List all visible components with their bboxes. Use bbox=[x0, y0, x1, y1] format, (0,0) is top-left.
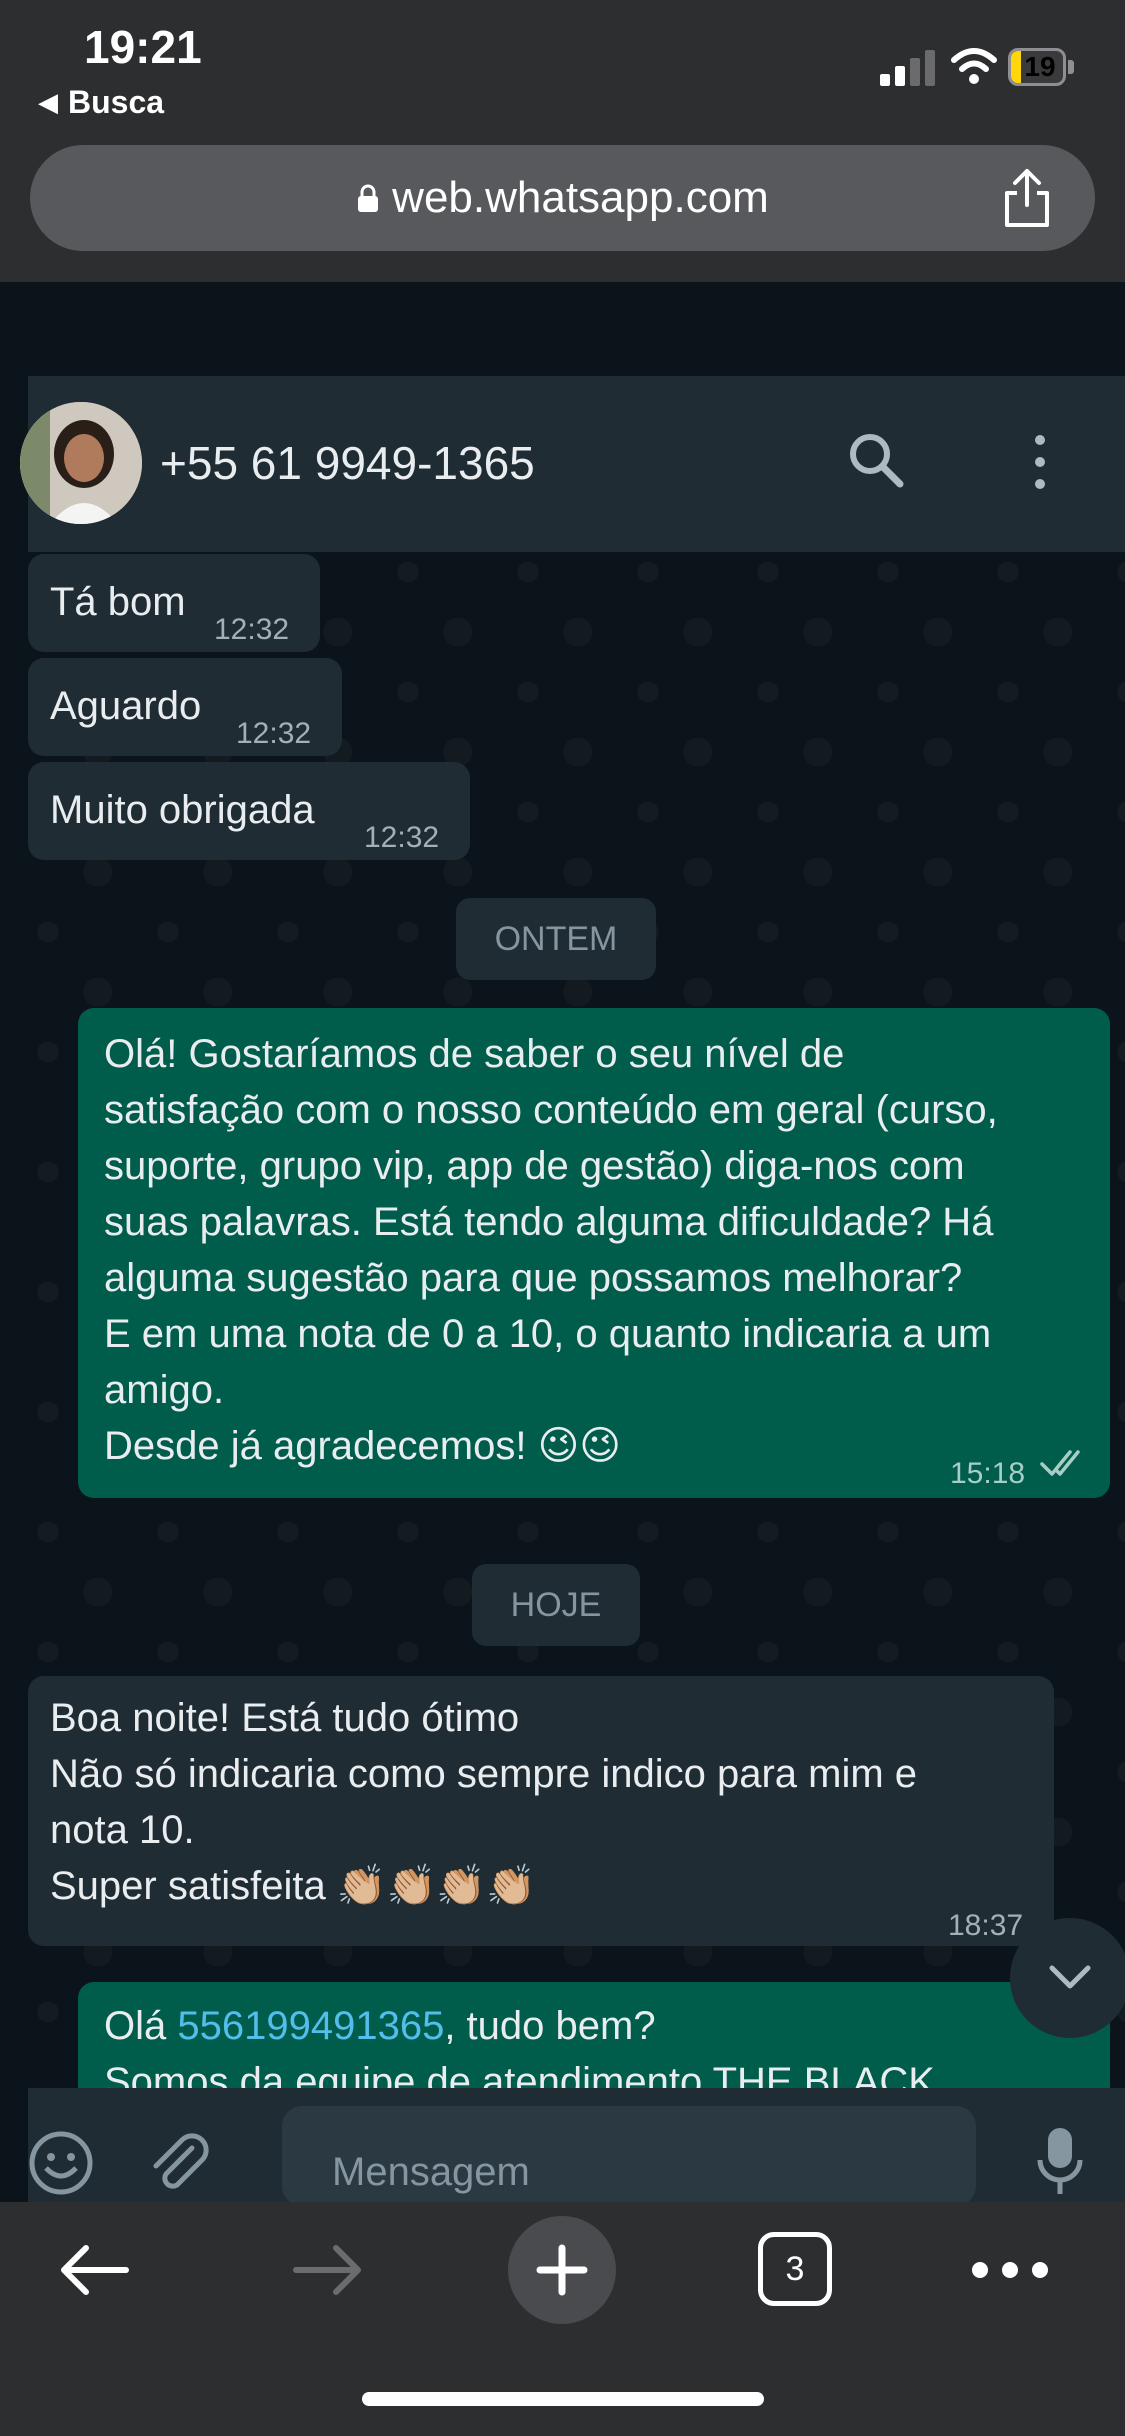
lock-icon bbox=[358, 184, 379, 212]
browser-top-bar: 19:21 ◀ Busca 19 web.whatsapp.com bbox=[0, 0, 1125, 282]
chat-header[interactable]: +55 61 9949-1365 bbox=[20, 376, 1125, 552]
outgoing-message[interactable]: Olá 556199491365, tudo bem? Somos da equ… bbox=[78, 1982, 1110, 2088]
message-text-partial: Somos da equipe de atendimento THE BLACK bbox=[104, 2060, 935, 2088]
whatsapp-web: +55 61 9949-1365 Tá bom 12:32 Aguardo 12… bbox=[0, 282, 1125, 2202]
incoming-message[interactable]: Boa noite! Está tudo ótimo Não só indica… bbox=[28, 1676, 1054, 1946]
status-time: 19:21 bbox=[84, 21, 202, 73]
new-tab-button[interactable] bbox=[508, 2216, 616, 2324]
cellular-signal-icon bbox=[880, 50, 935, 86]
message-text: Muito obrigada bbox=[50, 788, 315, 832]
back-to-app-link[interactable]: ◀ Busca bbox=[38, 84, 164, 121]
microphone-icon[interactable] bbox=[1036, 2126, 1084, 2196]
message-composer: Mensagem bbox=[28, 2088, 1125, 2202]
more-icon[interactable] bbox=[970, 2258, 1050, 2282]
url-text: web.whatsapp.com bbox=[392, 173, 769, 222]
plus-icon bbox=[536, 2244, 588, 2296]
message-time: 12:32 bbox=[236, 717, 312, 750]
message-time: 15:18 bbox=[950, 1457, 1026, 1490]
menu-dots-icon[interactable] bbox=[1028, 430, 1052, 494]
message-list[interactable]: Tá bom 12:32 Aguardo 12:32 Muito obrigad… bbox=[28, 552, 1125, 2088]
incoming-message[interactable]: Aguardo 12:32 bbox=[28, 658, 342, 756]
contact-name: +55 61 9949-1365 bbox=[160, 437, 535, 489]
contact-avatar[interactable] bbox=[20, 402, 142, 524]
message-text: Boa noite! Está tudo ótimo Não só indica… bbox=[50, 1696, 918, 1908]
incoming-message[interactable]: Muito obrigada 12:32 bbox=[28, 762, 470, 860]
message-time: 12:32 bbox=[214, 613, 290, 646]
address-bar[interactable]: web.whatsapp.com bbox=[30, 145, 1095, 251]
incoming-message[interactable]: Tá bom 12:32 bbox=[28, 554, 320, 652]
battery-level: 19 bbox=[1024, 51, 1056, 82]
message-time: 12:32 bbox=[364, 821, 440, 854]
emoji-icon[interactable] bbox=[28, 2130, 94, 2196]
back-app-label: Busca bbox=[68, 84, 165, 120]
wifi-icon bbox=[951, 48, 997, 84]
message-text: Aguardo bbox=[50, 684, 202, 728]
battery-icon: 19 bbox=[1008, 48, 1074, 86]
attach-icon[interactable] bbox=[146, 2130, 210, 2194]
back-triangle-icon: ◀ bbox=[38, 87, 58, 117]
scroll-to-bottom-button[interactable] bbox=[1010, 1918, 1125, 2038]
forward-arrow-icon[interactable] bbox=[292, 2242, 364, 2298]
date-divider: HOJE bbox=[472, 1564, 640, 1646]
search-icon[interactable] bbox=[846, 430, 906, 490]
share-icon[interactable] bbox=[1001, 167, 1053, 229]
outgoing-message[interactable]: Olá! Gostaríamos de saber o seu nível de… bbox=[78, 1008, 1110, 1498]
date-divider: ONTEM bbox=[456, 898, 656, 980]
message-text: Tá bom bbox=[50, 580, 186, 624]
message-text: Olá! Gostaríamos de saber o seu nível de… bbox=[104, 1032, 998, 1468]
tabs-button[interactable]: 3 bbox=[758, 2232, 832, 2306]
chevron-down-icon bbox=[1049, 1965, 1091, 1989]
message-text: Olá 556199491365, tudo bem? bbox=[104, 2004, 656, 2048]
double-check-icon bbox=[1040, 1450, 1080, 1476]
back-arrow-icon[interactable] bbox=[58, 2242, 130, 2298]
home-indicator[interactable] bbox=[362, 2392, 764, 2406]
phone-link[interactable]: 556199491365 bbox=[177, 2004, 444, 2048]
message-input[interactable]: Mensagem bbox=[282, 2106, 976, 2202]
